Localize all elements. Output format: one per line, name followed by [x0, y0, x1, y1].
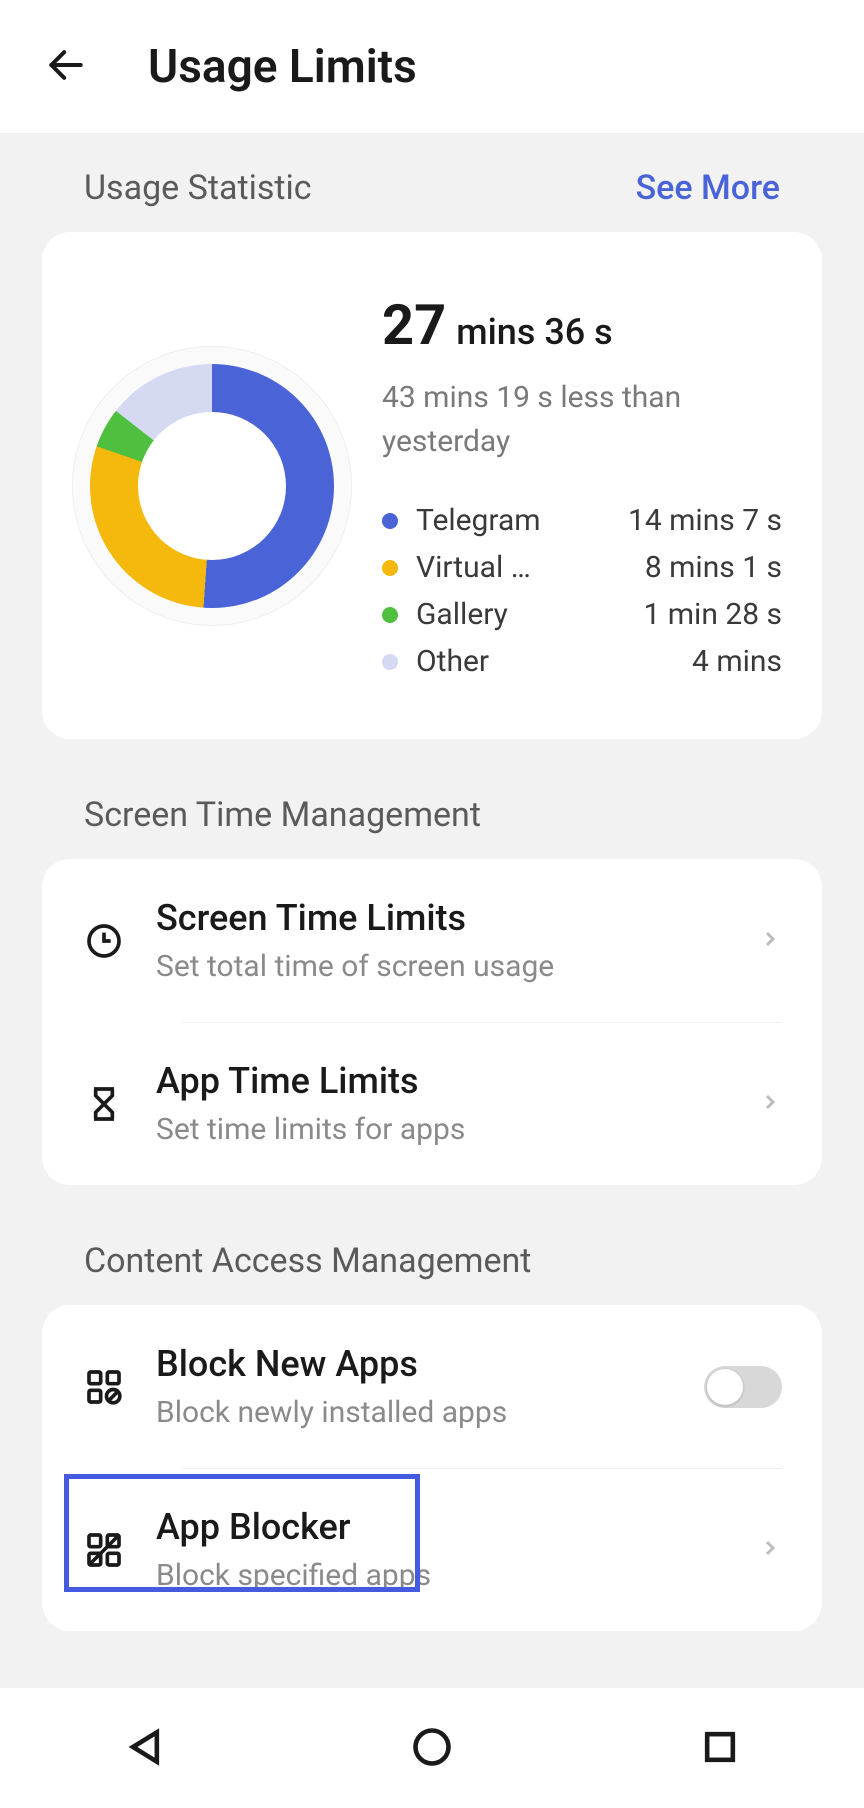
section-content-access-header: Content Access Management	[0, 1185, 864, 1305]
page-title: Usage Limits	[148, 40, 417, 94]
legend-item: Gallery 1 min 28 s	[382, 597, 782, 632]
legend-dot-icon	[382, 607, 398, 623]
apps-blocked-icon	[82, 1530, 126, 1570]
usage-donut-chart	[72, 346, 352, 626]
app-header: Usage Limits	[0, 0, 864, 134]
usage-stats-info: 27 mins 36 s 43 mins 19 s less than yest…	[382, 292, 782, 679]
chevron-right-icon	[758, 927, 782, 955]
screen-time-limits-item[interactable]: Screen Time Limits Set total time of scr…	[42, 859, 822, 1022]
section-usage-header: Usage Statistic See More	[0, 134, 864, 232]
legend-dot-icon	[382, 560, 398, 576]
item-title: Block New Apps	[156, 1343, 674, 1385]
legend-item: Other 4 mins	[382, 644, 782, 679]
legend-name: Other	[416, 644, 576, 679]
legend-name: Gallery	[416, 597, 576, 632]
item-title: App Time Limits	[156, 1060, 728, 1102]
screen-time-card: Screen Time Limits Set total time of scr…	[42, 859, 822, 1185]
legend-value: 8 mins 1 s	[645, 550, 782, 585]
total-time-number: 27	[382, 292, 446, 358]
nav-recents-icon[interactable]	[698, 1725, 742, 1773]
legend-item: Virtual … 8 mins 1 s	[382, 550, 782, 585]
nav-home-icon[interactable]	[410, 1725, 454, 1773]
hourglass-icon	[82, 1084, 126, 1124]
legend-name: Virtual …	[416, 550, 576, 585]
nav-back-icon[interactable]	[122, 1725, 166, 1773]
item-subtitle: Set total time of screen usage	[156, 949, 728, 984]
app-blocker-item[interactable]: App Blocker Block specified apps	[42, 1468, 822, 1631]
item-title: Screen Time Limits	[156, 897, 728, 939]
total-time-unit: mins 36 s	[456, 311, 612, 353]
total-time: 27 mins 36 s	[382, 292, 782, 358]
app-time-limits-item[interactable]: App Time Limits Set time limits for apps	[42, 1022, 822, 1185]
block-new-apps-toggle[interactable]	[704, 1366, 782, 1408]
section-label: Screen Time Management	[84, 795, 481, 835]
block-new-apps-item[interactable]: Block New Apps Block newly installed app…	[42, 1305, 822, 1468]
legend-value: 1 min 28 s	[643, 597, 782, 632]
legend-dot-icon	[382, 513, 398, 529]
legend-name: Telegram	[416, 503, 576, 538]
item-subtitle: Block specified apps	[156, 1558, 728, 1593]
chevron-right-icon	[758, 1536, 782, 1564]
legend-value: 14 mins 7 s	[628, 503, 782, 538]
legend-dot-icon	[382, 654, 398, 670]
legend-value: 4 mins	[692, 644, 782, 679]
section-label: Content Access Management	[84, 1241, 531, 1281]
apps-block-icon	[82, 1367, 126, 1407]
content-access-card: Block New Apps Block newly installed app…	[42, 1305, 822, 1631]
see-more-link[interactable]: See More	[636, 168, 780, 208]
section-label: Usage Statistic	[84, 168, 312, 208]
clock-icon	[82, 921, 126, 961]
section-screen-time-header: Screen Time Management	[0, 739, 864, 859]
item-title: App Blocker	[156, 1506, 728, 1548]
usage-stats-card[interactable]: 27 mins 36 s 43 mins 19 s less than yest…	[42, 232, 822, 739]
item-subtitle: Block newly installed apps	[156, 1395, 674, 1430]
back-icon[interactable]	[44, 43, 88, 91]
legend-item: Telegram 14 mins 7 s	[382, 503, 782, 538]
usage-legend: Telegram 14 mins 7 s Virtual … 8 mins 1 …	[382, 503, 782, 679]
chevron-right-icon	[758, 1090, 782, 1118]
item-subtitle: Set time limits for apps	[156, 1112, 728, 1147]
delta-vs-yesterday: 43 mins 19 s less than yesterday	[382, 376, 782, 463]
system-navbar	[0, 1688, 864, 1808]
